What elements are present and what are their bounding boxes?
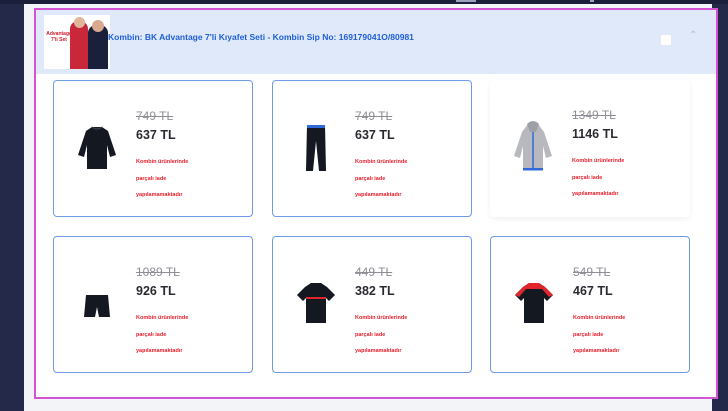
sweatshirt-icon bbox=[78, 126, 116, 169]
new-price: 637 TL bbox=[136, 128, 176, 142]
chevron-up-icon[interactable]: ⌃ bbox=[689, 30, 697, 41]
combo-title: Kombin: BK Advantage 7'li Kıyafet Seti -… bbox=[108, 32, 414, 42]
new-price: 637 TL bbox=[355, 128, 395, 142]
polo-shirt-icon bbox=[515, 283, 553, 323]
product-card[interactable]: 749 TL 637 TL Kombin ürünlerinde parçalı… bbox=[272, 80, 472, 217]
combo-header[interactable]: Advantage 7'li Set Kombin: BK Advantage … bbox=[36, 10, 716, 74]
old-price: 549 TL bbox=[573, 265, 611, 279]
new-price: 382 TL bbox=[355, 284, 395, 298]
combo-order-frame: Advantage 7'li Set Kombin: BK Advantage … bbox=[34, 8, 718, 399]
product-card[interactable]: 1349 TL 1146 TL Kombin ürünlerinde parça… bbox=[490, 80, 690, 217]
old-price: 1349 TL bbox=[572, 108, 616, 122]
return-note: Kombin ürünlerinde parçalı iade yapılama… bbox=[136, 159, 189, 198]
thumbnail-head bbox=[74, 17, 85, 28]
shorts-icon bbox=[84, 295, 110, 317]
old-price: 749 TL bbox=[355, 109, 393, 123]
return-note: Kombin ürünlerinde parçalı iade yapılama… bbox=[136, 315, 189, 354]
new-price: 467 TL bbox=[573, 284, 613, 298]
return-note: Kombin ürünlerinde parçalı iade yapılama… bbox=[573, 315, 626, 354]
product-card[interactable]: 449 TL 382 TL Kombin ürünlerinde parçalı… bbox=[272, 236, 472, 373]
tshirt-icon bbox=[297, 283, 335, 323]
new-price: 1146 TL bbox=[572, 127, 618, 141]
thumbnail-caption: Advantage 7'li Set bbox=[46, 31, 72, 43]
return-note: Kombin ürünlerinde parçalı iade yapılama… bbox=[572, 158, 625, 197]
old-price: 749 TL bbox=[136, 109, 174, 123]
product-card[interactable]: 749 TL 637 TL Kombin ürünlerinde parçalı… bbox=[53, 80, 253, 217]
old-price: 1089 TL bbox=[136, 265, 180, 279]
old-price: 449 TL bbox=[355, 265, 393, 279]
combo-thumbnail: Advantage 7'li Set bbox=[44, 15, 110, 69]
thumbnail-head bbox=[92, 20, 104, 32]
return-note: Kombin ürünlerinde parçalı iade yapılama… bbox=[355, 315, 408, 354]
return-note: Kombin ürünlerinde parçalı iade yapılama… bbox=[355, 159, 408, 198]
select-checkbox[interactable] bbox=[660, 34, 672, 46]
hoodie-icon bbox=[514, 121, 552, 171]
track-pants-icon bbox=[306, 125, 326, 171]
product-card[interactable]: 549 TL 467 TL Kombin ürünlerinde parçalı… bbox=[490, 236, 690, 373]
product-card[interactable]: 1089 TL 926 TL Kombin ürünlerinde parçal… bbox=[53, 236, 253, 373]
thumbnail-person-red bbox=[70, 21, 88, 69]
top-indicator bbox=[590, 0, 594, 2]
top-indicator bbox=[456, 0, 476, 2]
new-price: 926 TL bbox=[136, 284, 176, 298]
